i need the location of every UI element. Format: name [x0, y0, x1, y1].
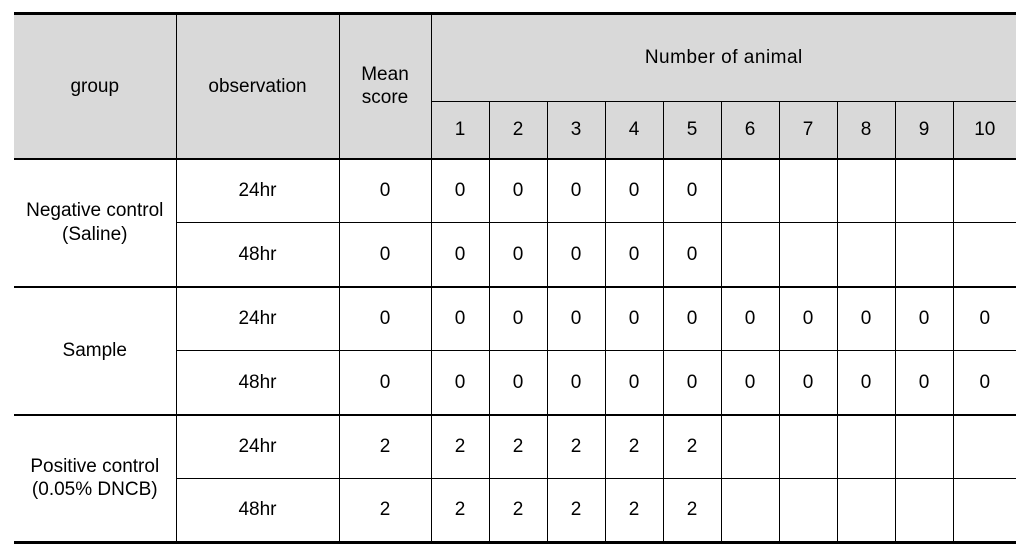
animal-value-cell: 0 — [430, 157, 490, 223]
animal-value-cell: 0 — [546, 157, 606, 223]
animal-value-cell: 0 — [894, 285, 954, 351]
animal-value-cell: 2 — [662, 478, 722, 543]
animal-value-cell: 0 — [546, 285, 606, 351]
observation-cell: 24hr — [175, 157, 340, 223]
animal-value-cell: 2 — [604, 413, 664, 479]
animal-value-cell: 0 — [662, 285, 722, 351]
animal-value-cell — [952, 413, 1017, 479]
animal-value-cell — [778, 478, 838, 543]
animal-value-cell: 0 — [662, 350, 722, 415]
mean-score-cell: 0 — [338, 157, 432, 223]
animal-value-cell: 0 — [604, 157, 664, 223]
animal-value-cell — [894, 478, 954, 543]
animal-value-cell: 2 — [662, 413, 722, 479]
column-header-animal-1: 1 — [431, 101, 490, 160]
group-label-negative-control: Negative control (Saline) — [14, 157, 177, 287]
column-header-observation: observation — [175, 13, 340, 159]
irritation-score-table: group observation Mean score Number of a… — [14, 12, 1017, 544]
animal-value-cell — [894, 413, 954, 479]
mean-score-cell: 0 — [338, 350, 432, 415]
table-row: Negative control (Saline) 24hr 0 0 0 0 0… — [14, 157, 1017, 287]
header-row-top: group observation Mean score Number of a… — [14, 13, 1017, 159]
animal-value-cell: 0 — [778, 285, 838, 351]
animal-value-cell: 2 — [546, 413, 606, 479]
table-row: Sample 24hr 0 0 0 0 0 0 0 0 0 0 0 — [14, 285, 1017, 415]
mean-score-cell: 2 — [338, 413, 432, 479]
animal-value-cell — [836, 413, 896, 479]
animal-value-cell — [720, 222, 780, 287]
animal-value-cell — [952, 478, 1017, 543]
observation-cell: 24hr — [175, 413, 340, 479]
animal-value-cell: 0 — [488, 350, 548, 415]
animal-value-cell: 0 — [430, 350, 490, 415]
column-header-mean-score: Mean score — [338, 13, 432, 159]
animal-value-cell — [778, 222, 838, 287]
column-header-animal-7: 7 — [778, 101, 838, 160]
column-header-animal-8: 8 — [836, 101, 896, 160]
animal-value-cell: 2 — [546, 478, 606, 543]
animal-value-cell: 0 — [488, 157, 548, 223]
group-label-sample: Sample — [14, 285, 177, 415]
animal-value-cell: 0 — [836, 285, 896, 351]
mean-score-cell: 0 — [338, 285, 432, 351]
animal-value-cell: 2 — [488, 478, 548, 543]
animal-value-cell: 2 — [430, 478, 490, 543]
column-header-animal-5: 5 — [662, 101, 722, 160]
observation-cell: 24hr — [175, 285, 340, 351]
animal-value-cell: 0 — [430, 285, 490, 351]
animal-value-cell: 0 — [604, 350, 664, 415]
animal-value-cell: 0 — [662, 222, 722, 287]
animal-value-cell — [894, 157, 954, 223]
animal-value-cell — [952, 222, 1017, 287]
column-header-number-of-animal: Number of animal — [430, 13, 1017, 102]
animal-value-cell: 0 — [546, 350, 606, 415]
animal-value-cell: 2 — [488, 413, 548, 479]
column-header-animal-2: 2 — [488, 101, 548, 160]
animal-value-cell: 0 — [488, 285, 548, 351]
animal-value-cell: 2 — [430, 413, 490, 479]
column-header-animal-3: 3 — [546, 101, 606, 160]
group-label-positive-control: Positive control (0.05% DNCB) — [14, 413, 177, 543]
animal-value-cell — [952, 157, 1017, 223]
animal-value-cell: 0 — [836, 350, 896, 415]
table-header: group observation Mean score Number of a… — [14, 13, 1017, 160]
animal-value-cell — [894, 222, 954, 287]
animal-value-cell — [778, 157, 838, 223]
mean-score-cell: 0 — [338, 222, 432, 287]
animal-value-cell — [720, 157, 780, 223]
animal-value-cell: 0 — [720, 350, 780, 415]
animal-value-cell — [778, 413, 838, 479]
animal-value-cell: 0 — [952, 285, 1017, 351]
animal-value-cell — [836, 478, 896, 543]
column-header-group: group — [14, 13, 177, 159]
animal-value-cell — [720, 413, 780, 479]
animal-value-cell — [836, 157, 896, 223]
column-header-animal-6: 6 — [720, 101, 780, 160]
observation-cell: 48hr — [176, 478, 340, 543]
animal-value-cell: 0 — [604, 285, 664, 351]
observation-cell: 48hr — [176, 350, 340, 415]
animal-value-cell — [720, 478, 780, 543]
animal-value-cell: 0 — [430, 222, 490, 287]
column-header-animal-10: 10 — [952, 101, 1017, 160]
animal-value-cell: 0 — [488, 222, 548, 287]
animal-value-cell: 0 — [604, 222, 664, 287]
animal-value-cell: 0 — [894, 350, 954, 415]
animal-value-cell: 0 — [778, 350, 838, 415]
animal-value-cell — [836, 222, 896, 287]
table-body: Negative control (Saline) 24hr 0 0 0 0 0… — [14, 157, 1017, 543]
observation-cell: 48hr — [176, 222, 340, 287]
animal-value-cell: 2 — [604, 478, 664, 543]
column-header-animal-9: 9 — [894, 101, 954, 160]
animal-value-cell: 0 — [720, 285, 780, 351]
animal-value-cell: 0 — [662, 157, 722, 223]
column-header-animal-4: 4 — [604, 101, 664, 160]
animal-value-cell: 0 — [546, 222, 606, 287]
animal-value-cell: 0 — [952, 350, 1017, 415]
table-row: Positive control (0.05% DNCB) 24hr 2 2 2… — [14, 413, 1017, 543]
table-sheet: group observation Mean score Number of a… — [0, 0, 1030, 548]
mean-score-cell: 2 — [338, 478, 432, 543]
